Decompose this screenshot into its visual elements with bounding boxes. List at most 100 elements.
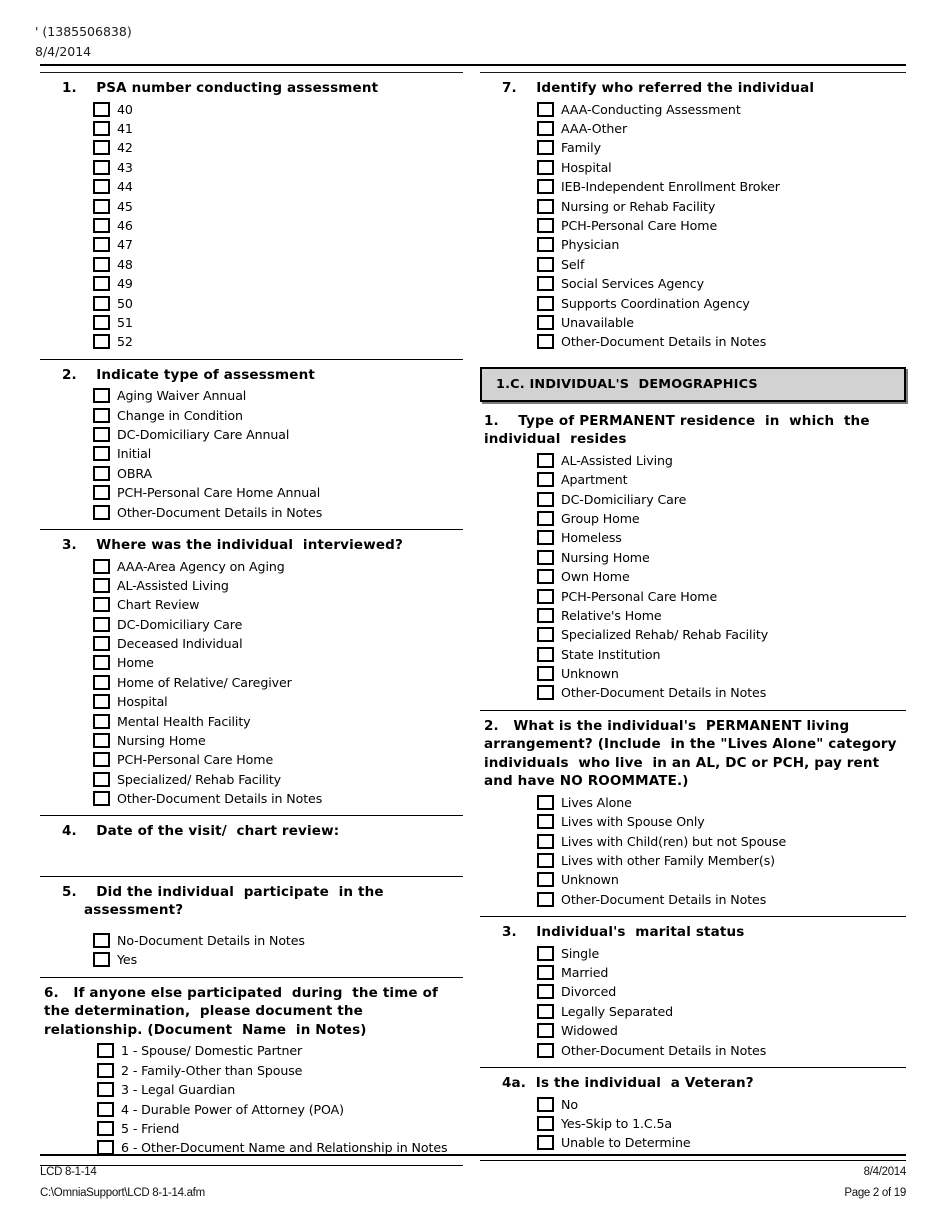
option-row[interactable]: Chart Review	[93, 595, 463, 614]
option-row[interactable]: Apartment	[537, 470, 906, 489]
checkbox-icon[interactable]	[537, 945, 554, 961]
checkbox-icon[interactable]	[537, 891, 554, 907]
option-row[interactable]: Home	[93, 653, 463, 672]
option-row[interactable]: Unavailable	[537, 313, 906, 332]
option-row[interactable]: 51	[93, 313, 463, 332]
option-row[interactable]: Lives Alone	[537, 793, 906, 812]
option-row[interactable]: PCH-Personal Care Home Annual	[93, 483, 463, 502]
checkbox-icon[interactable]	[93, 256, 110, 272]
option-row[interactable]: Unable to Determine	[537, 1133, 906, 1152]
option-row[interactable]: Nursing or Rehab Facility	[537, 196, 906, 215]
checkbox-icon[interactable]	[93, 933, 110, 949]
option-row[interactable]: Other-Document Details in Notes	[93, 789, 463, 808]
option-row[interactable]: Physician	[537, 235, 906, 254]
option-row[interactable]: Single	[537, 944, 906, 963]
option-row[interactable]: PCH-Personal Care Home	[537, 216, 906, 235]
checkbox-icon[interactable]	[537, 814, 554, 830]
checkbox-icon[interactable]	[93, 427, 110, 443]
checkbox-icon[interactable]	[537, 256, 554, 272]
checkbox-icon[interactable]	[93, 159, 110, 175]
checkbox-icon[interactable]	[93, 636, 110, 652]
checkbox-icon[interactable]	[537, 472, 554, 488]
checkbox-icon[interactable]	[537, 1042, 554, 1058]
checkbox-icon[interactable]	[537, 1115, 554, 1131]
option-row[interactable]: No	[537, 1094, 906, 1113]
option-row[interactable]: 43	[93, 158, 463, 177]
option-row[interactable]: Unknown	[537, 664, 906, 683]
checkbox-icon[interactable]	[93, 121, 110, 137]
checkbox-icon[interactable]	[93, 733, 110, 749]
option-row[interactable]: Specialized/ Rehab Facility	[93, 770, 463, 789]
option-row[interactable]: PCH-Personal Care Home	[537, 586, 906, 605]
option-row[interactable]: AL-Assisted Living	[93, 576, 463, 595]
checkbox-icon[interactable]	[537, 237, 554, 253]
option-row[interactable]: Supports Coordination Agency	[537, 293, 906, 312]
checkbox-icon[interactable]	[537, 646, 554, 662]
checkbox-icon[interactable]	[537, 607, 554, 623]
checkbox-icon[interactable]	[93, 791, 110, 807]
checkbox-icon[interactable]	[537, 159, 554, 175]
checkbox-icon[interactable]	[97, 1062, 114, 1078]
checkbox-icon[interactable]	[97, 1082, 114, 1098]
option-row[interactable]: Lives with other Family Member(s)	[537, 851, 906, 870]
checkbox-icon[interactable]	[93, 314, 110, 330]
option-row[interactable]: Other-Document Details in Notes	[537, 332, 906, 351]
checkbox-icon[interactable]	[537, 588, 554, 604]
checkbox-icon[interactable]	[537, 833, 554, 849]
checkbox-icon[interactable]	[93, 101, 110, 117]
checkbox-icon[interactable]	[93, 597, 110, 613]
option-row[interactable]: 46	[93, 216, 463, 235]
option-row[interactable]: AL-Assisted Living	[537, 451, 906, 470]
checkbox-icon[interactable]	[97, 1043, 114, 1059]
option-row[interactable]: 4 - Durable Power of Attorney (POA)	[97, 1099, 463, 1118]
checkbox-icon[interactable]	[93, 295, 110, 311]
option-row[interactable]: Deceased Individual	[93, 634, 463, 653]
checkbox-icon[interactable]	[537, 685, 554, 701]
option-row[interactable]: Group Home	[537, 509, 906, 528]
option-row[interactable]: Change in Condition	[93, 405, 463, 424]
option-row[interactable]: 1 - Spouse/ Domestic Partner	[97, 1041, 463, 1060]
checkbox-icon[interactable]	[537, 140, 554, 156]
checkbox-icon[interactable]	[537, 627, 554, 643]
checkbox-icon[interactable]	[93, 140, 110, 156]
checkbox-icon[interactable]	[93, 237, 110, 253]
option-row[interactable]: Divorced	[537, 982, 906, 1001]
checkbox-icon[interactable]	[93, 407, 110, 423]
option-row[interactable]: State Institution	[537, 644, 906, 663]
option-row[interactable]: 41	[93, 119, 463, 138]
option-row[interactable]: Lives with Child(ren) but not Spouse	[537, 831, 906, 850]
option-row[interactable]: Hospital	[537, 158, 906, 177]
checkbox-icon[interactable]	[537, 794, 554, 810]
checkbox-icon[interactable]	[93, 577, 110, 593]
checkbox-icon[interactable]	[537, 510, 554, 526]
option-row[interactable]: Specialized Rehab/ Rehab Facility	[537, 625, 906, 644]
checkbox-icon[interactable]	[537, 179, 554, 195]
checkbox-icon[interactable]	[537, 198, 554, 214]
checkbox-icon[interactable]	[93, 218, 110, 234]
checkbox-icon[interactable]	[537, 984, 554, 1000]
option-row[interactable]: Unknown	[537, 870, 906, 889]
option-row[interactable]: PCH-Personal Care Home	[93, 750, 463, 769]
option-row[interactable]: Nursing Home	[537, 548, 906, 567]
option-row[interactable]: OBRA	[93, 464, 463, 483]
checkbox-icon[interactable]	[537, 569, 554, 585]
checkbox-icon[interactable]	[93, 446, 110, 462]
checkbox-icon[interactable]	[93, 771, 110, 787]
checkbox-icon[interactable]	[537, 549, 554, 565]
option-row[interactable]: Yes	[93, 950, 463, 969]
option-row[interactable]: 49	[93, 274, 463, 293]
option-row[interactable]: 52	[93, 332, 463, 351]
checkbox-icon[interactable]	[537, 1023, 554, 1039]
checkbox-icon[interactable]	[537, 276, 554, 292]
option-row[interactable]: Married	[537, 963, 906, 982]
option-row[interactable]: Yes-Skip to 1.C.5a	[537, 1114, 906, 1133]
option-row[interactable]: 2 - Family-Other than Spouse	[97, 1061, 463, 1080]
checkbox-icon[interactable]	[93, 558, 110, 574]
option-row[interactable]: Other-Document Details in Notes	[537, 1040, 906, 1059]
option-row[interactable]: 50	[93, 293, 463, 312]
checkbox-icon[interactable]	[93, 674, 110, 690]
checkbox-icon[interactable]	[537, 853, 554, 869]
option-row[interactable]: 40	[93, 100, 463, 119]
option-row[interactable]: Legally Separated	[537, 1002, 906, 1021]
option-row[interactable]: Own Home	[537, 567, 906, 586]
